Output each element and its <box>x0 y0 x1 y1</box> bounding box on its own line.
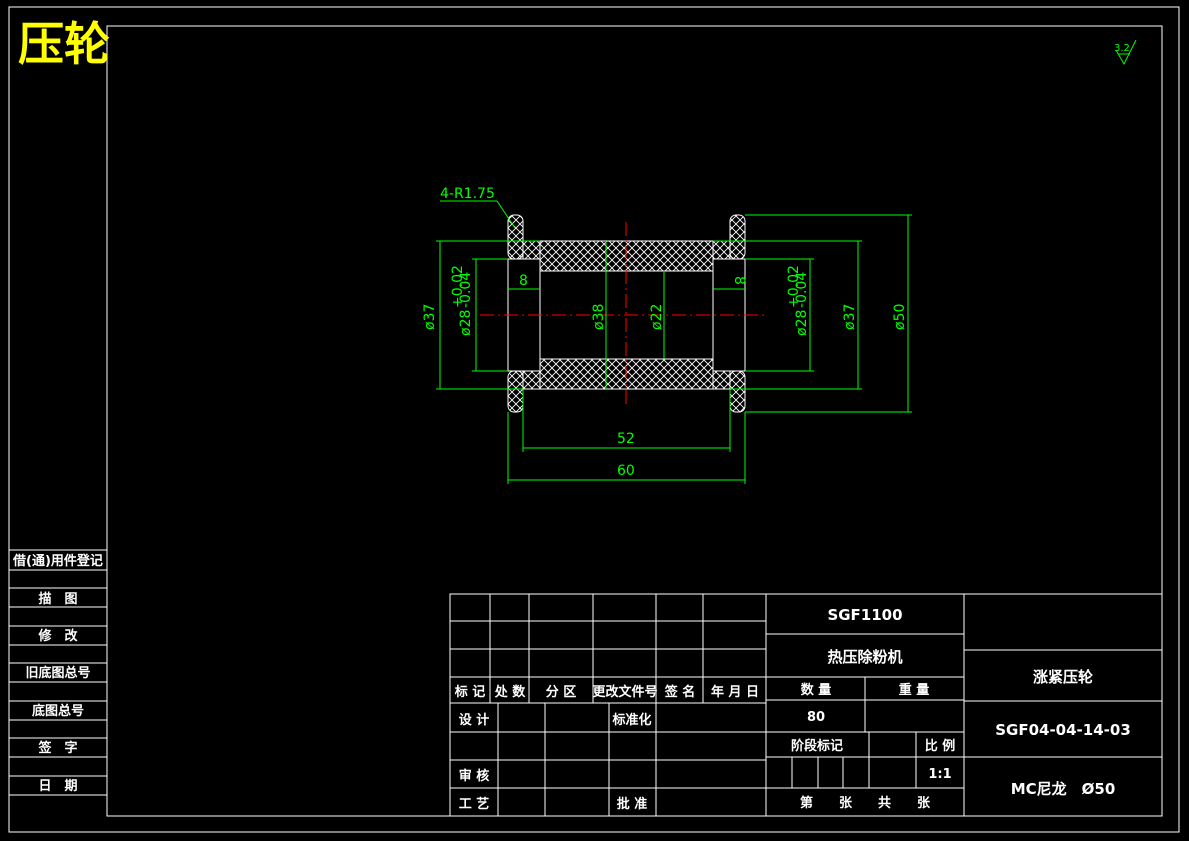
dim-d28-tol-low: -0.04 <box>458 272 474 308</box>
label-standardize: 标准化 <box>611 712 651 728</box>
drawing-canvas: 压轮 3.2 借(通)用件登记 描 图 修 改 旧底图总号 底图总号 签 字 日… <box>8 6 1180 833</box>
dim-d28-left: ø28 <box>458 310 474 336</box>
label-approve: 批 准 <box>617 796 648 812</box>
header-mark: 标 记 <box>454 684 486 700</box>
label-design: 设 计 <box>459 712 490 728</box>
roughness-value: 3.2 <box>1114 43 1130 54</box>
machine-name: 热压除粉机 <box>827 648 902 666</box>
material: MC尼龙 Ø50 <box>1011 780 1116 798</box>
roughness-symbol: 3.2 <box>1114 39 1137 66</box>
dim-len52: 52 <box>617 431 635 447</box>
dim-d28-right: ø28 <box>794 310 810 336</box>
panel-label: 日 期 <box>38 779 77 794</box>
dim-d38: ø38 <box>591 304 607 330</box>
dimensions: 4-R1.75 ø37 ø28 +0.02 -0.04 8 ø38 ø22 8 … <box>422 186 912 484</box>
label-process: 工 艺 <box>459 796 490 812</box>
header-count: 处 数 <box>494 684 527 700</box>
dim-radius-note: 4-R1.75 <box>440 186 495 202</box>
panel-label: 修 改 <box>37 628 78 644</box>
dim-d22: ø22 <box>649 304 665 330</box>
dim-width8-right: 8 <box>731 276 747 285</box>
panel-label: 签 字 <box>37 740 77 756</box>
part-name: 涨紧压轮 <box>1033 668 1093 686</box>
header-date: 年 月 日 <box>711 684 759 700</box>
label-quantity: 数 量 <box>801 682 832 698</box>
panel-label: 旧底图总号 <box>25 665 90 681</box>
panel-label: 借(通)用件登记 <box>12 553 103 569</box>
dim-d37-left: ø37 <box>422 304 438 330</box>
dim-len60: 60 <box>617 463 635 479</box>
part-section <box>480 214 765 413</box>
header-signature: 签 名 <box>664 684 696 700</box>
sheet-count: 第 张 共 张 <box>800 795 931 811</box>
header-change-doc: 更改文件号 <box>592 684 657 700</box>
label-stage: 阶段标记 <box>791 738 843 754</box>
part-number: SGF04-04-14-03 <box>995 721 1131 739</box>
dim-d28-tol-low-right: -0.04 <box>794 272 810 308</box>
left-panel: 借(通)用件登记 描 图 修 改 旧底图总号 底图总号 签 字 日 期 <box>9 549 107 796</box>
panel-label: 描 图 <box>38 591 77 607</box>
outer-frame <box>8 6 1180 833</box>
title-block: 标 记 处 数 分 区 更改文件号 签 名 年 月 日 设 计 标准化 审 核 … <box>449 593 1163 817</box>
dim-d37-right: ø37 <box>842 304 858 330</box>
project-code: SGF1100 <box>827 606 902 624</box>
dim-width8-left: 8 <box>519 273 528 289</box>
scale-value: 1:1 <box>928 767 951 782</box>
panel-label: 底图总号 <box>32 703 84 719</box>
label-review: 审 核 <box>459 768 490 784</box>
dim-d50: ø50 <box>892 304 908 330</box>
label-scale: 比 例 <box>925 738 956 754</box>
header-zone: 分 区 <box>546 684 577 700</box>
quantity-value: 80 <box>807 710 825 725</box>
drawing-title: 压轮 <box>18 17 110 71</box>
label-weight: 重 量 <box>899 682 930 698</box>
